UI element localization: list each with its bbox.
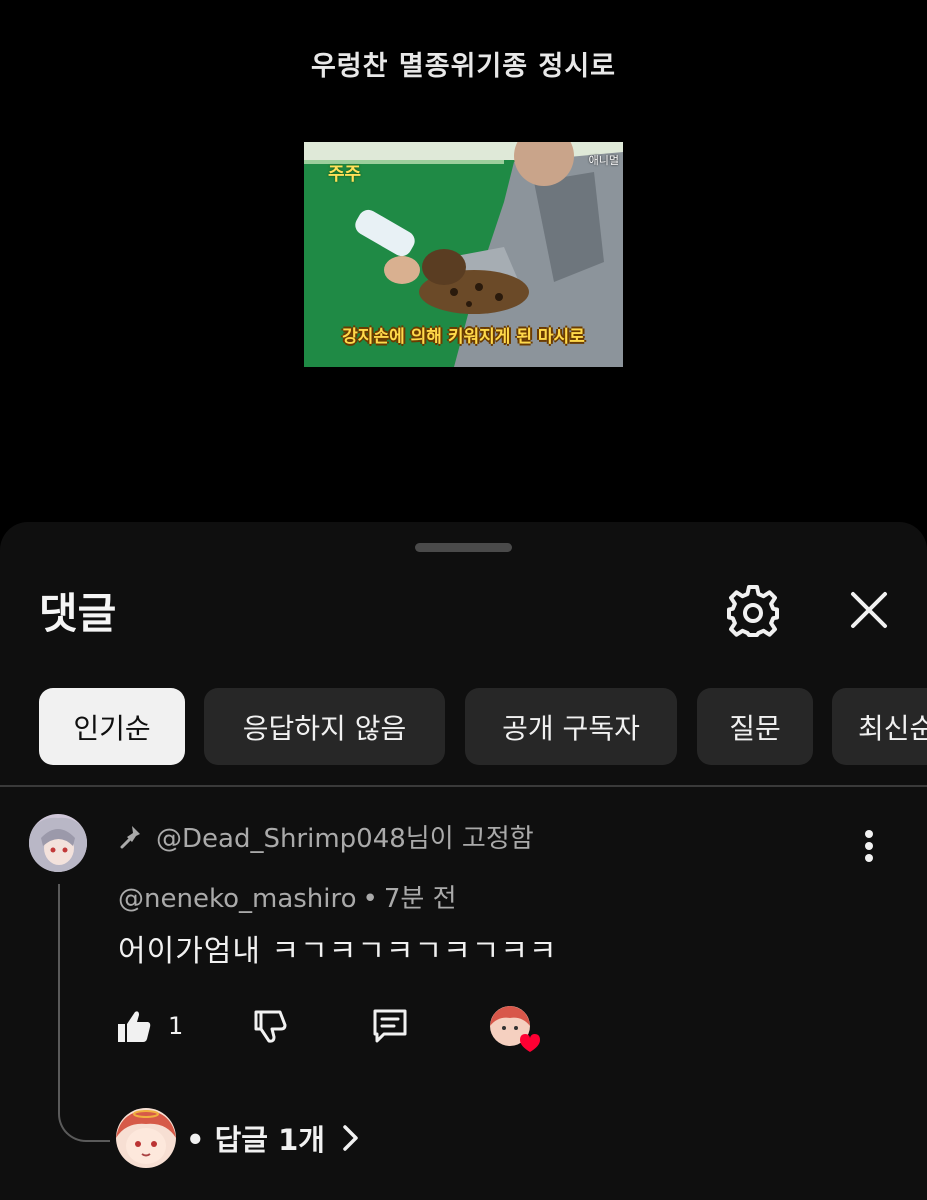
chip-newest[interactable]: 최신순	[832, 688, 927, 765]
drag-handle[interactable]	[415, 543, 512, 552]
thumbs-up-icon	[118, 1011, 151, 1042]
thumbs-down-icon	[254, 1010, 287, 1043]
like-count: 1	[168, 1012, 184, 1040]
comments-title: 댓글	[39, 589, 117, 638]
dislike-button[interactable]	[250, 1004, 290, 1048]
comment-meta: @neneko_mashiro • 7분 전	[118, 878, 457, 915]
screen: 우렁찬 멸종위기종 정시로 주주 애니멀 강지손에 의해 키워지게 된 마시로 …	[0, 0, 927, 1200]
chevron-right-icon	[343, 1125, 358, 1151]
pinned-by-text: @Dead_Shrimp048님이 고정함	[156, 824, 534, 854]
close-icon[interactable]	[845, 586, 893, 634]
reply-button[interactable]	[370, 1004, 410, 1048]
pinned-label: @Dead_Shrimp048님이 고정함	[118, 818, 534, 855]
video-player[interactable]: 주주 애니멀 강지손에 의해 키워지게 된 마시로	[304, 142, 623, 367]
pin-icon	[120, 825, 140, 848]
video-title: 우렁찬 멸종위기종 정시로	[310, 51, 617, 82]
comment-time: 7분 전	[383, 884, 457, 914]
comment-icon	[373, 1009, 407, 1043]
chip-unanswered[interactable]: 응답하지 않음	[204, 688, 445, 765]
like-button[interactable]: 1	[114, 1004, 183, 1048]
comment-text: 어이가엄내 ㅋㄱㅋㄱㅋㄱㅋㄱㅋㅋ	[118, 934, 558, 969]
comment-filter-chips: 인기순 응답하지 않음 공개 구독자 질문 최신순	[0, 688, 927, 766]
thumb-logo: 주주	[328, 164, 362, 185]
thumb-corner-label: 애니멀	[588, 154, 619, 167]
chip-questions[interactable]: 질문	[697, 688, 813, 765]
avatar[interactable]	[29, 814, 87, 872]
view-replies-button[interactable]: • 답글 1개	[116, 1108, 363, 1168]
more-options-icon[interactable]	[855, 826, 883, 866]
avatar	[116, 1108, 176, 1168]
reply-count-label: • 답글 1개	[186, 1123, 325, 1157]
divider	[0, 785, 927, 787]
meta-separator: •	[362, 884, 378, 914]
comments-sheet: 댓글 인기순 응답하지 않음 공개 구독자 질문 최신순 @Dead_Shrim…	[0, 522, 927, 1200]
creator-heart-icon	[490, 1006, 542, 1052]
chip-public-subscribers[interactable]: 공개 구독자	[465, 688, 677, 765]
comment-author[interactable]: @neneko_mashiro	[118, 884, 357, 914]
comment-actions: 1	[0, 1004, 927, 1054]
chip-top[interactable]: 인기순	[39, 688, 185, 765]
gear-icon[interactable]	[726, 584, 780, 638]
thumb-caption: 강지손에 의해 키워지게 된 마시로	[342, 327, 585, 347]
